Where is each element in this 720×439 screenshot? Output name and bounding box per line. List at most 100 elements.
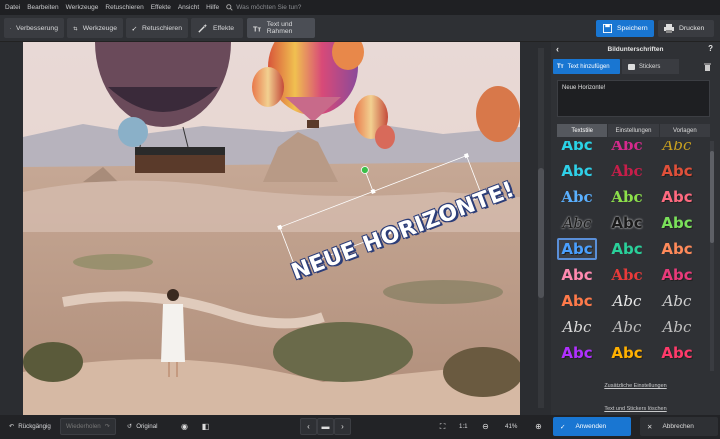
tab-label: Werkzeuge: [82, 24, 117, 32]
text-icon: Tт: [253, 24, 261, 33]
magic-wand-icon: [198, 23, 208, 33]
text-style-preset[interactable]: Abc: [557, 212, 597, 234]
menu-effekte[interactable]: Effekte: [151, 4, 171, 11]
original-button[interactable]: ↺ Original: [122, 418, 163, 435]
save-button[interactable]: Speichern: [596, 20, 654, 37]
text-icon: Tт: [557, 63, 564, 70]
tab-einstellungen[interactable]: Einstellungen: [608, 124, 659, 137]
undo-button[interactable]: ↶ Rückgängig: [4, 418, 56, 435]
text-style-preset[interactable]: Abc: [657, 316, 697, 338]
text-style-preset[interactable]: Abc: [657, 290, 697, 312]
text-style-preset[interactable]: Abc: [657, 238, 697, 260]
caption-text-input[interactable]: Neue Horizonte!: [557, 80, 710, 117]
image-canvas[interactable]: NEUE HORIZONTE!: [0, 42, 550, 415]
brush-icon: [132, 26, 137, 31]
menu-bearbeiten[interactable]: Bearbeiten: [27, 4, 58, 11]
text-style-preset[interactable]: Abc: [607, 264, 647, 286]
trash-icon[interactable]: [699, 59, 716, 74]
tab-text-und-rahmen[interactable]: Tт Text und Rahmen: [247, 18, 315, 38]
text-style-preset[interactable]: Abc: [607, 342, 647, 364]
compare-icon[interactable]: ◧: [197, 418, 214, 435]
menu-datei[interactable]: Datei: [5, 4, 20, 11]
text-style-preset[interactable]: Abc: [557, 238, 597, 260]
text-style-preset[interactable]: Abc: [657, 212, 697, 234]
help-icon[interactable]: ?: [708, 44, 713, 53]
undo-icon: ↶: [9, 423, 15, 430]
style-tabs: Textstile Einstellungen Vorlagen: [557, 124, 710, 137]
eye-icon[interactable]: ◉: [176, 418, 193, 435]
style-grid-scrollbar[interactable]: [710, 141, 714, 371]
tab-vorlagen[interactable]: Vorlagen: [659, 124, 710, 137]
scrollbar-thumb[interactable]: [538, 168, 544, 298]
tab-textstile[interactable]: Textstile: [557, 124, 608, 137]
panel-header: ‹ Bildunterschriften ?: [551, 42, 720, 57]
back-arrow-icon[interactable]: ‹: [556, 44, 559, 54]
menu-ansicht[interactable]: Ansicht: [178, 4, 199, 11]
prev-image-button[interactable]: ‹: [300, 418, 317, 435]
menu-hilfe[interactable]: Hilfe: [206, 4, 219, 11]
more-settings-link[interactable]: Zusätzliche Einstellungen: [551, 383, 720, 389]
undo-label: Rückgängig: [18, 423, 51, 430]
folder-button[interactable]: ▬: [317, 418, 334, 435]
caption-panel: ‹ Bildunterschriften ? Tт Text hinzufüge…: [551, 42, 720, 415]
text-style-preset[interactable]: Abc: [657, 342, 697, 364]
text-style-preset[interactable]: Abc: [557, 290, 597, 312]
text-style-grid: Abc Abc Abc Abc Abc Abc Abc Abc Abc Abc Abc Abc Abc A…: [555, 141, 710, 371]
tab-werkzeuge[interactable]: Werkzeuge: [67, 18, 123, 38]
save-label: Speichern: [617, 25, 648, 32]
tab-effekte[interactable]: Effekte: [191, 18, 243, 38]
text-style-preset[interactable]: Abc: [607, 160, 647, 182]
actual-size-button[interactable]: 1:1: [454, 418, 473, 435]
search-box[interactable]: Was möchten Sie tun?: [226, 4, 301, 11]
text-style-preset[interactable]: Abc: [557, 141, 597, 156]
text-style-preset[interactable]: Abc: [557, 316, 597, 338]
floppy-icon: [603, 24, 612, 33]
fit-screen-icon[interactable]: ⛶: [434, 418, 451, 435]
print-button[interactable]: Drucken: [658, 20, 714, 37]
stickers-label: Stickers: [639, 63, 661, 70]
text-style-preset[interactable]: Abc: [657, 264, 697, 286]
original-label: Original: [136, 423, 158, 430]
zoom-out-icon[interactable]: ⊖: [477, 418, 494, 435]
text-style-preset[interactable]: Abc: [607, 316, 647, 338]
crop-icon: [73, 26, 78, 30]
text-style-preset[interactable]: Abc: [657, 186, 697, 208]
text-style-preset[interactable]: Abc: [557, 264, 597, 286]
print-label: Drucken: [679, 25, 705, 32]
next-image-button[interactable]: ›: [334, 418, 351, 435]
text-style-preset[interactable]: Abc: [657, 160, 697, 182]
tab-label: Verbesserung: [16, 24, 58, 32]
tab-retuschieren[interactable]: Retuschieren: [126, 18, 188, 38]
redo-icon: ↷: [104, 423, 110, 430]
text-style-preset[interactable]: Abc: [557, 342, 597, 364]
canvas-scrollbar[interactable]: [538, 48, 544, 408]
chevron-left-icon: ‹: [307, 422, 310, 431]
scrollbar-thumb[interactable]: [710, 151, 714, 243]
check-icon: ✓: [560, 423, 566, 431]
tab-verbesserung[interactable]: Verbesserung: [4, 18, 64, 38]
sliders-icon: [10, 27, 11, 29]
search-icon: [226, 4, 233, 11]
text-style-preset[interactable]: Abc: [607, 238, 647, 260]
text-style-preset[interactable]: Abc: [557, 160, 597, 182]
menu-retuschieren[interactable]: Retuschieren: [105, 4, 143, 11]
text-style-preset[interactable]: Abc: [557, 186, 597, 208]
clear-text-stickers-link[interactable]: Text und Stickers löschen: [551, 406, 720, 412]
menu-werkzeuge[interactable]: Werkzeuge: [66, 4, 99, 11]
photo-preview[interactable]: NEUE HORIZONTE!: [23, 42, 520, 415]
text-style-preset[interactable]: Abc: [657, 141, 697, 156]
redo-label: Wiederholen: [66, 423, 101, 430]
panel-title: Bildunterschriften: [607, 46, 664, 53]
text-style-preset[interactable]: Abc: [607, 141, 647, 156]
text-style-preset[interactable]: Abc: [607, 212, 647, 234]
stickers-button[interactable]: Stickers: [622, 59, 679, 74]
cancel-button[interactable]: ✕ Abbrechen: [640, 417, 718, 436]
redo-button[interactable]: Wiederholen ↷: [60, 418, 116, 435]
apply-button[interactable]: ✓ Anwenden: [553, 417, 631, 436]
sticker-icon: [628, 63, 635, 70]
add-text-button[interactable]: Tт Text hinzufügen: [553, 59, 620, 74]
text-style-preset[interactable]: Abc: [607, 290, 647, 312]
zoom-in-icon[interactable]: ⊕: [530, 418, 547, 435]
printer-icon: [664, 24, 674, 33]
text-style-preset[interactable]: Abc: [607, 186, 647, 208]
